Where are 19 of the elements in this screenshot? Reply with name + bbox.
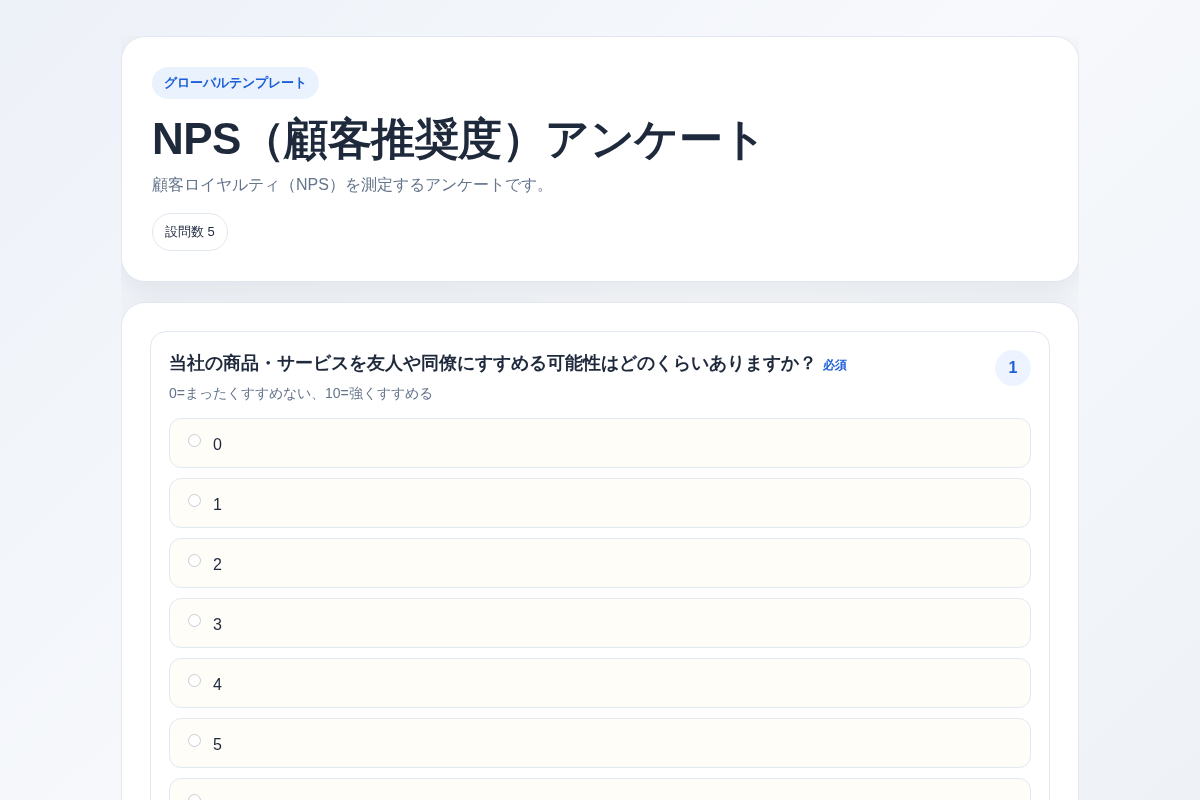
survey-title: NPS（顧客推奨度）アンケート (152, 112, 768, 165)
radio-button[interactable] (188, 733, 201, 747)
radio-button[interactable] (188, 493, 201, 507)
radio-button[interactable] (188, 553, 201, 567)
radio-option[interactable]: 2 (169, 537, 1031, 588)
radio-option[interactable]: 3 (169, 597, 1031, 648)
radio-button[interactable] (188, 433, 201, 447)
question-text: 当社の商品・サービスを友人や同僚にすすめる可能性はどのくらいありますか？ 必須 (169, 351, 847, 375)
radio-option[interactable]: 4 (169, 657, 1031, 708)
question-hint: 0=まったくすすめない、10=強くすすめる (169, 383, 434, 403)
radio-option[interactable]: 1 (169, 477, 1031, 528)
question-number: 1 (995, 349, 1031, 386)
radio-button[interactable] (188, 613, 201, 627)
radio-button[interactable] (188, 673, 201, 687)
radio-option[interactable]: 5 (169, 717, 1031, 768)
required-label: 必須 (823, 357, 847, 372)
template-badge: グローバルテンプレート (152, 67, 319, 99)
survey-description: 顧客ロイヤルティ（NPS）を測定するアンケートです。 (152, 175, 554, 196)
radio-option[interactable]: 0 (169, 417, 1031, 468)
